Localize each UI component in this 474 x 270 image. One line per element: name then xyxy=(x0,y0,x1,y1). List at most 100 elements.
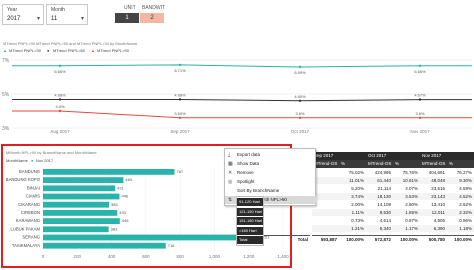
table-cell: 2.32% xyxy=(447,209,474,216)
table-cell: 3.74% xyxy=(339,193,366,200)
sub-menu-item[interactable]: >180 Hari xyxy=(237,226,263,235)
bar[interactable] xyxy=(43,218,120,224)
series-point[interactable] xyxy=(178,116,182,119)
series-point[interactable] xyxy=(178,98,182,101)
context-menu-item[interactable]: ▦ Show Data xyxy=(225,160,317,168)
table-cell: 75.02% xyxy=(348,170,364,175)
column-header[interactable]: MTrend-OS xyxy=(420,160,447,168)
series-point[interactable] xyxy=(58,64,62,67)
x-tick-label: Oct 2017 xyxy=(291,129,310,134)
table-cell: 404,691 xyxy=(428,170,445,175)
table-cell: 1.18% xyxy=(447,225,474,232)
bandwit-button[interactable]: 2 xyxy=(140,13,164,23)
column-header[interactable]: % xyxy=(339,160,366,168)
data-label: 3.6% xyxy=(295,111,305,116)
table-cell: 10.61% xyxy=(393,177,420,184)
table-cell: 3.53% xyxy=(393,193,420,200)
category-label: BANDUNG xyxy=(19,169,40,174)
x-tick-label: 200 xyxy=(74,254,82,259)
context-menu-item[interactable]: ◎ Spotlight xyxy=(225,178,317,186)
table-cell: 2.00% xyxy=(351,202,364,207)
bar[interactable] xyxy=(43,201,109,208)
y-tick-label: 7% xyxy=(2,58,10,64)
category-label: SERANG xyxy=(22,235,40,240)
table-cell: 18,130 xyxy=(366,193,393,200)
context-menu-label: Spotlight xyxy=(237,179,255,184)
category-label: LUBUK PAKAM xyxy=(11,226,41,231)
table-cell: 11.01% xyxy=(339,177,366,184)
context-menu-label: Remove xyxy=(237,170,254,175)
bar-value-label: 385 xyxy=(111,202,118,207)
series-point[interactable] xyxy=(298,99,302,102)
bar[interactable] xyxy=(43,242,166,249)
series-point[interactable] xyxy=(298,65,302,69)
x-tick-label: Aug 2017 xyxy=(50,129,70,134)
series-point[interactable] xyxy=(298,116,302,119)
line-chart: 7% 5% 3% Aug 2017 Sep 2017 Oct 2017 Nov 2017 6.… xyxy=(2,58,472,134)
bar[interactable] xyxy=(43,210,118,216)
legend-marker-30: ▲ xyxy=(3,48,7,53)
bar[interactable] xyxy=(43,193,120,200)
series-point[interactable] xyxy=(418,64,422,67)
bar[interactable] xyxy=(43,169,175,175)
bar[interactable] xyxy=(43,185,116,192)
context-menu-item[interactable]: ⤓ Export data xyxy=(225,151,317,159)
column-header[interactable]: % xyxy=(447,160,474,168)
data-label: 3.60% xyxy=(174,111,186,116)
table-cell: 1.11% xyxy=(339,209,366,216)
sub-menu-item[interactable]: 91-120 Hari xyxy=(237,198,263,206)
legend-label-90: MTrend PNPL>90 xyxy=(97,48,129,53)
context-menu-item[interactable]: ✕ Remove xyxy=(225,169,317,177)
sub-menu-item[interactable]: 121-150 Hari xyxy=(237,207,263,216)
bar-value-label: 446 xyxy=(121,194,128,199)
column-header[interactable]: % xyxy=(393,160,420,168)
category-label: BINJAI xyxy=(27,185,40,190)
total-cell: 572,872 xyxy=(366,235,393,242)
series-point[interactable] xyxy=(58,98,62,101)
month-slicer[interactable]: Month 11 ▾ xyxy=(46,4,88,25)
x-tick-label: Sep 2017 xyxy=(170,129,190,134)
x-tick-label: Nov 2017 xyxy=(410,129,430,134)
bar[interactable] xyxy=(43,226,109,233)
sub-menu-item[interactable]: 151-180 Hari xyxy=(237,217,263,226)
table-cell: 23,516 xyxy=(431,186,445,191)
table-cell: 48,048 xyxy=(420,177,447,184)
chevron-down-icon[interactable]: ▾ xyxy=(81,15,84,22)
table-cell: 1.21% xyxy=(339,225,366,232)
series-point[interactable] xyxy=(418,116,422,119)
x-tick-label: 1,000 xyxy=(209,254,221,259)
series-point[interactable] xyxy=(418,98,422,101)
total-label: Total xyxy=(262,235,310,242)
table-cell xyxy=(312,217,339,224)
sort-sub-menu[interactable]: 91-120 Hari 121-150 Hari 151-180 Hari >180 … xyxy=(236,196,264,246)
table-cell: 4.59% xyxy=(459,186,472,191)
table-cell: 6,390 xyxy=(420,225,447,232)
total-cell: 100.00% xyxy=(339,235,366,242)
month-header-sep: Sep 2017 xyxy=(312,152,366,160)
bar[interactable] xyxy=(43,234,258,241)
series-point[interactable] xyxy=(58,109,62,113)
table-cell: 9,530 xyxy=(366,209,393,216)
series-point[interactable] xyxy=(178,63,182,67)
data-label: 4.68% xyxy=(54,92,66,97)
series-line xyxy=(12,110,472,119)
column-header[interactable]: MTrend-OS xyxy=(366,160,393,168)
sort-icon: ⇅ xyxy=(228,197,233,203)
unit-button[interactable]: 1 xyxy=(115,13,139,23)
table-cell: 5.20% xyxy=(351,186,364,191)
x-tick-label: 800 xyxy=(176,254,184,259)
chevron-down-icon[interactable]: ▾ xyxy=(37,15,40,22)
bar-value-label: 433 xyxy=(119,210,126,215)
table-cell: 61,440 xyxy=(366,177,393,184)
table-cell: 1.85% xyxy=(393,209,420,216)
context-menu-label: Sort By BranchName xyxy=(237,188,280,193)
line-chart-title: MTrend PNPL>90 MTrend PNPL>60 and MTrend… xyxy=(3,41,138,46)
year-slicer[interactable]: Year 2017 ▾ xyxy=(2,4,44,25)
sub-menu-item[interactable]: Total xyxy=(237,236,263,245)
unit-toggle-label: UNIT xyxy=(124,5,136,11)
bar[interactable] xyxy=(43,177,124,183)
context-menu-item[interactable]: Sort By BranchName xyxy=(225,187,317,195)
table-cell: 21,114 xyxy=(377,186,391,191)
total-cell: 100.00% xyxy=(393,235,420,242)
year-slicer-label: Year xyxy=(7,7,18,13)
